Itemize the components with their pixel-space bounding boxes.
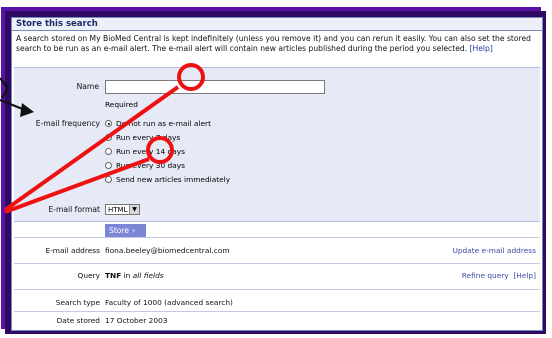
store-label: Store xyxy=(109,226,130,235)
store-button[interactable]: Store › xyxy=(105,224,146,237)
purple-frame: Store this search A search stored on My … xyxy=(1,7,546,334)
frequency-option-0[interactable]: Do not run as e-mail alert xyxy=(105,119,211,128)
chevron-down-icon[interactable]: ▼ xyxy=(129,205,139,214)
frequency-option-4[interactable]: Send new articles immediately xyxy=(105,175,230,184)
search-type-label: Search type xyxy=(55,298,100,307)
intro-help-link[interactable]: [Help] xyxy=(470,44,493,53)
query-label: Query xyxy=(77,271,100,280)
date-stored-value: 17 October 2003 xyxy=(105,316,168,325)
query-row: Query TNF in all fields Refine query [He… xyxy=(14,263,540,290)
date-stored-label: Date stored xyxy=(56,316,100,325)
search-type-value: Faculty of 1000 (advanced search) xyxy=(105,298,233,307)
email-address-label: E-mail address xyxy=(45,246,100,255)
update-email-link[interactable]: Update e-mail address xyxy=(452,246,536,255)
query-help-link[interactable]: [Help] xyxy=(513,271,536,280)
email-frequency-label: E-mail frequency xyxy=(35,119,100,128)
frequency-option-label: Run every 30 days xyxy=(116,161,185,170)
radio-button[interactable] xyxy=(105,134,112,141)
email-format-select[interactable]: HTML ▼ xyxy=(105,204,140,215)
frequency-option-1[interactable]: Run every 7 days xyxy=(105,133,180,142)
frequency-option-label: Do not run as e-mail alert xyxy=(116,119,211,128)
search-type-row: Search type Faculty of 1000 (advanced se… xyxy=(14,289,540,312)
frequency-option-label: Run every 7 days xyxy=(116,133,181,142)
required-text: Required xyxy=(105,100,138,109)
refine-query-link[interactable]: Refine query xyxy=(462,271,509,280)
intro-text: A search stored on My BioMed Central is … xyxy=(16,34,538,54)
query-fields: all fields xyxy=(132,271,164,280)
query-term: TNF xyxy=(105,271,122,280)
radio-button[interactable] xyxy=(105,120,112,127)
radio-button[interactable] xyxy=(105,148,112,155)
email-format-label: E-mail format xyxy=(48,205,100,214)
frequency-option-label: Run every 14 days xyxy=(116,147,185,156)
query-in: in xyxy=(121,271,133,280)
chevron-right-icon: › xyxy=(132,226,136,235)
email-address-value: fiona.beeley@biomedcentral.com xyxy=(105,246,230,255)
radio-button[interactable] xyxy=(105,162,112,169)
query-value: TNF in all fields xyxy=(105,271,164,280)
panel-title: Store this search xyxy=(12,18,542,31)
radio-button[interactable] xyxy=(105,176,112,183)
frequency-option-2[interactable]: Run every 14 days xyxy=(105,147,185,156)
name-input[interactable] xyxy=(105,80,325,94)
date-stored-row: Date stored 17 October 2003 xyxy=(14,311,540,330)
frequency-option-3[interactable]: Run every 30 days xyxy=(105,161,185,170)
email-address-row: E-mail address fiona.beeley@biomedcentra… xyxy=(14,237,540,264)
name-label: Name xyxy=(76,82,99,91)
email-format-value: HTML xyxy=(108,206,128,214)
intro-body: A search stored on My BioMed Central is … xyxy=(16,34,531,53)
store-search-panel: Store this search A search stored on My … xyxy=(11,17,543,331)
refine-query-links: Refine query [Help] xyxy=(462,271,536,280)
frequency-option-label: Send new articles immediately xyxy=(116,175,231,184)
